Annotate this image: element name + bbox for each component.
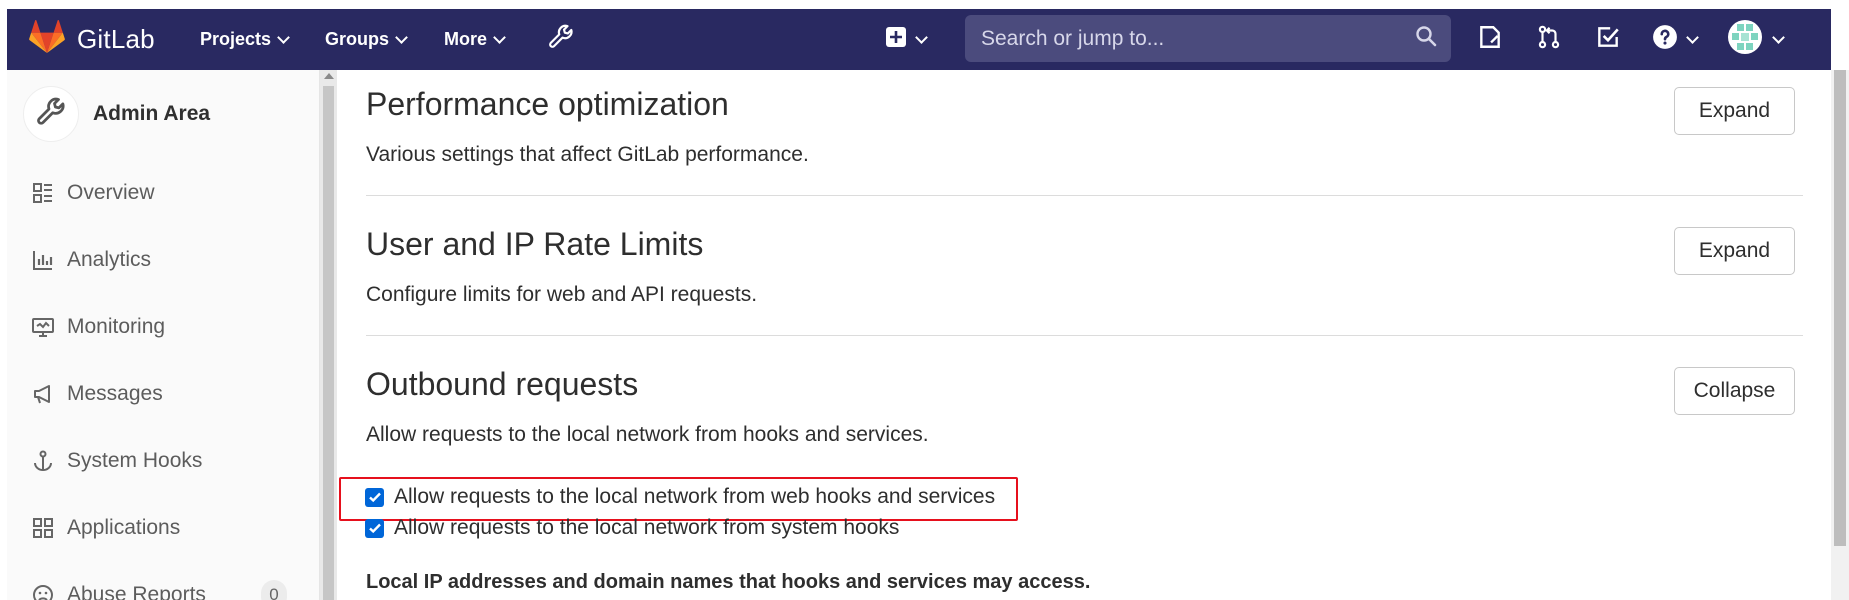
sidebar-scrollbar-thumb[interactable]: [323, 86, 334, 600]
chevron-down-icon: [1686, 30, 1699, 44]
allowlist-field-label: Local IP addresses and domain names that…: [366, 571, 1091, 593]
allow-local-web-hooks-checkbox[interactable]: [365, 487, 384, 507]
sidebar-item-applications[interactable]: Applications: [31, 508, 180, 548]
section-divider: [366, 335, 1803, 336]
gitlab-logo-icon: [29, 20, 65, 59]
chevron-down-icon: [493, 30, 506, 44]
chevron-down-icon: [1772, 30, 1785, 44]
allow-local-system-hooks-option[interactable]: Allow requests to the local network from…: [365, 516, 899, 540]
sidebar-item-system-hooks[interactable]: System Hooks: [31, 441, 202, 481]
chevron-down-icon: [915, 30, 928, 44]
sidebar-item-label: Monitoring: [67, 315, 166, 338]
projects-menu[interactable]: Projects: [200, 9, 290, 70]
anchor-hook-icon: [31, 449, 55, 473]
sidebar-scrollbar[interactable]: [320, 70, 337, 600]
abuse-reports-count-badge: 0: [261, 580, 287, 600]
sidebar-item-label: Abuse Reports: [67, 583, 206, 600]
section-title: User and IP Rate Limits: [366, 226, 704, 262]
sidebar-header[interactable]: Admin Area: [23, 86, 210, 142]
section-description: Configure limits for web and API request…: [366, 283, 758, 306]
page-scrollbar[interactable]: [1831, 70, 1849, 600]
help-question-icon: [1652, 24, 1678, 55]
chevron-down-icon: [277, 30, 290, 44]
checkbox-label: Allow requests to the local network from…: [394, 485, 996, 508]
chevron-down-icon: [395, 30, 408, 44]
admin-area-link[interactable]: [548, 9, 574, 70]
merge-requests-button[interactable]: [1536, 9, 1562, 70]
sidebar-title: Admin Area: [93, 102, 211, 125]
sidebar-item-messages[interactable]: Messages: [31, 374, 163, 414]
todo-check-icon: [1595, 24, 1621, 55]
todos-button[interactable]: [1595, 9, 1621, 70]
sad-face-icon: [31, 583, 55, 600]
gitlab-home-link[interactable]: GitLab: [29, 9, 155, 70]
page-scrollbar-thumb[interactable]: [1834, 70, 1846, 546]
monitor-icon: [31, 315, 55, 339]
groups-menu[interactable]: Groups: [325, 9, 408, 70]
search-icon[interactable]: [1415, 25, 1437, 52]
allow-local-web-hooks-option[interactable]: Allow requests to the local network from…: [365, 485, 995, 509]
sidebar-item-label: System Hooks: [67, 449, 203, 472]
plus-square-icon: [885, 26, 907, 53]
window-top-edge: [0, 0, 1849, 9]
scroll-up-arrow-icon[interactable]: [324, 73, 334, 79]
admin-area-avatar: [23, 86, 79, 142]
projects-menu-label: Projects: [200, 29, 272, 49]
sidebar-item-analytics[interactable]: Analytics: [31, 240, 151, 280]
brand-name: GitLab: [77, 24, 155, 54]
section-description: Various settings that affect GitLab perf…: [366, 143, 809, 166]
expand-button[interactable]: Expand: [1674, 87, 1795, 135]
search-input[interactable]: [979, 25, 1415, 52]
more-menu[interactable]: More: [444, 9, 506, 70]
section-title: Performance optimization: [366, 86, 729, 122]
issues-button[interactable]: [1477, 9, 1503, 70]
collapse-button[interactable]: Collapse: [1674, 367, 1795, 415]
megaphone-icon: [31, 382, 55, 406]
sidebar-item-label: Analytics: [67, 248, 152, 271]
wrench-icon: [548, 24, 574, 55]
section-title: Outbound requests: [366, 366, 639, 402]
sidebar-item-label: Messages: [67, 382, 163, 405]
sidebar-item-monitoring[interactable]: Monitoring: [31, 307, 165, 347]
expand-button[interactable]: Expand: [1674, 227, 1795, 275]
user-menu[interactable]: [1728, 9, 1785, 70]
wrench-icon: [36, 97, 66, 132]
checkbox-label: Allow requests to the local network from…: [394, 516, 900, 539]
app-window: GitLab Projects Groups More Search or ju…: [0, 0, 1849, 600]
more-menu-label: More: [444, 29, 488, 49]
issues-icon: [1477, 24, 1503, 55]
analytics-chart-icon: [31, 248, 55, 272]
sidebar-item-overview[interactable]: Overview: [31, 173, 155, 213]
admin-sidebar: Admin Area Overview Analytics Monitoring…: [7, 70, 320, 600]
avatar: [1728, 20, 1762, 59]
sidebar-item-abuse-reports[interactable]: Abuse Reports: [31, 575, 206, 600]
applications-grid-icon: [31, 516, 55, 540]
sidebar-item-label: Overview: [67, 181, 155, 204]
overview-grid-icon: [31, 181, 55, 205]
section-divider: [366, 195, 1803, 196]
top-navbar: GitLab Projects Groups More: [7, 9, 1831, 70]
sidebar-item-label: Applications: [67, 516, 181, 539]
section-description: Allow requests to the local network from…: [366, 423, 929, 446]
allow-local-system-hooks-checkbox[interactable]: [365, 518, 384, 538]
search-box[interactable]: [965, 15, 1451, 62]
new-item-menu[interactable]: [885, 9, 928, 70]
merge-request-icon: [1536, 24, 1562, 55]
groups-menu-label: Groups: [325, 29, 390, 49]
help-menu[interactable]: [1652, 9, 1699, 70]
